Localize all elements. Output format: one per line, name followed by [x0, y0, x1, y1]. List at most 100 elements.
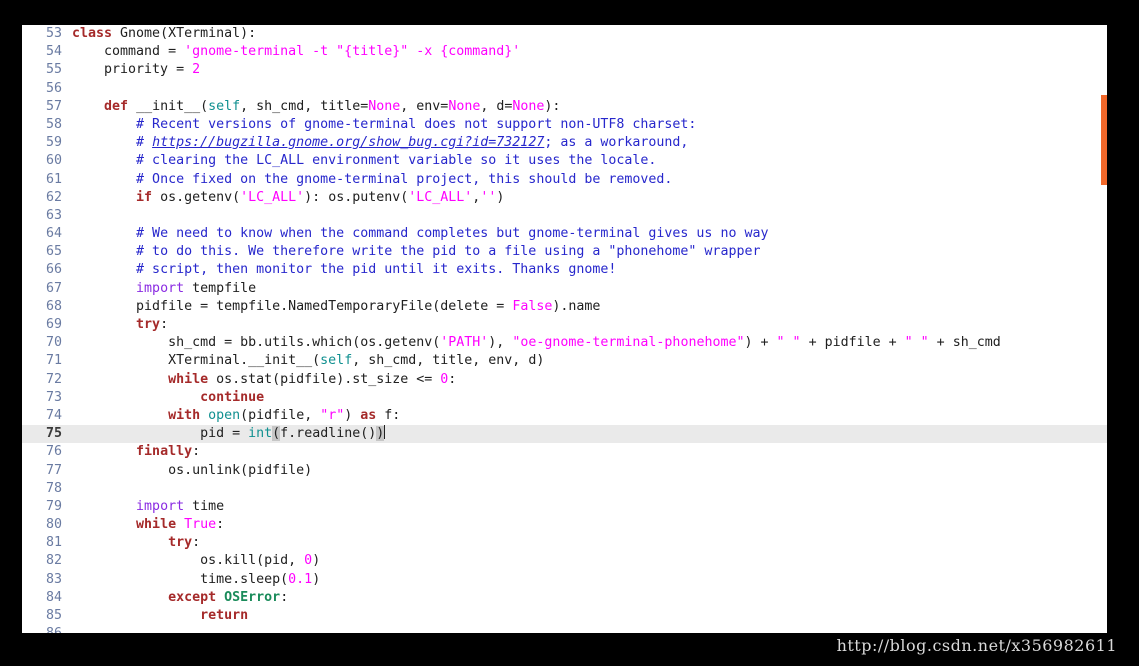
- line-number: 60: [45, 153, 62, 169]
- code-line-text: def __init__(self, sh_cmd, title=None, e…: [72, 98, 560, 116]
- code-token-pl: :: [448, 371, 457, 387]
- code-line[interactable]: 80 while True:: [22, 516, 1107, 534]
- screenshot-root: 53 class Gnome(XTerminal): 54 command = 'g…: [0, 0, 1139, 666]
- line-number: 75: [45, 426, 62, 442]
- code-token-kw: return: [200, 608, 249, 623]
- code-line[interactable]: 83 time.sleep(0.1): [22, 571, 1107, 589]
- code-token-pl: ): [312, 553, 321, 569]
- code-token-com: # Once fixed on the gnome-terminal proje…: [136, 171, 673, 187]
- code-line[interactable]: 55 priority = 2: [22, 61, 1107, 79]
- line-number: 76: [45, 444, 62, 460]
- code-token-pl: os.getenv(: [152, 189, 241, 205]
- code-line-text: pid = int(f.readline()): [72, 425, 386, 443]
- code-line[interactable]: 64 # We need to know when the command co…: [22, 225, 1107, 243]
- code-token-pl: , sh_cmd, title, env, d): [352, 353, 545, 369]
- line-number: 62: [45, 189, 62, 205]
- watermark-text: http://blog.csdn.net/x356982611: [836, 636, 1117, 655]
- line-number: 70: [45, 335, 62, 351]
- code-token-pl: ):: [544, 98, 561, 114]
- code-token-pl: ): [496, 189, 505, 205]
- code-line-text: while True:: [72, 516, 224, 534]
- code-token-pl: tempfile: [184, 280, 257, 296]
- code-line[interactable]: 84 except OSError:: [22, 589, 1107, 607]
- code-line-text: import tempfile: [72, 280, 256, 298]
- code-line[interactable]: 82 os.kill(pid, 0): [22, 552, 1107, 570]
- code-line-text: # Recent versions of gnome-terminal does…: [72, 116, 696, 134]
- code-token-bi: open: [208, 407, 241, 423]
- code-line[interactable]: 70 sh_cmd = bb.utils.which(os.getenv('PA…: [22, 334, 1107, 352]
- code-line[interactable]: 71 XTerminal.__init__(self, sh_cmd, titl…: [22, 352, 1107, 370]
- code-token-com: # Recent versions of gnome-terminal does…: [136, 116, 697, 132]
- code-token-com: # We need to know when the command compl…: [136, 226, 769, 242]
- code-line[interactable]: 77 os.unlink(pidfile): [22, 462, 1107, 480]
- code-token-cons: None: [512, 98, 545, 114]
- code-token-pl: sh_cmd = bb.utils.which(os.getenv(: [72, 335, 441, 351]
- code-line[interactable]: 60 # clearing the LC_ALL environment var…: [22, 152, 1107, 170]
- code-line-text: # Once fixed on the gnome-terminal proje…: [72, 171, 672, 189]
- line-number: 59: [45, 135, 62, 151]
- code-line[interactable]: 85 return: [22, 607, 1107, 625]
- code-editor-panel[interactable]: 53 class Gnome(XTerminal): 54 command = 'g…: [22, 25, 1107, 633]
- code-token-pl: :: [160, 317, 169, 332]
- code-token-pl: + pidfile +: [800, 335, 905, 351]
- code-token-str: " ": [776, 335, 801, 351]
- code-token-pl: ) +: [744, 335, 777, 351]
- code-token-com: # to do this. We therefore write the pid…: [136, 244, 761, 260]
- code-line[interactable]: 59 # https://bugzilla.gnome.org/show_bug…: [22, 134, 1107, 152]
- code-line[interactable]: 72 while os.stat(pidfile).st_size <= 0:: [22, 371, 1107, 389]
- code-token-pl: (pidfile,: [240, 407, 321, 423]
- code-token-link[interactable]: https://bugzilla.gnome.org/show_bug.cgi?…: [152, 135, 544, 150]
- code-line[interactable]: 76 finally:: [22, 443, 1107, 461]
- code-token-kw: def: [104, 98, 129, 114]
- code-line[interactable]: 75 pid = int(f.readline()): [22, 425, 1107, 444]
- code-line[interactable]: 62 if os.getenv('LC_ALL'): os.putenv('LC…: [22, 189, 1107, 207]
- line-number: 54: [45, 44, 62, 60]
- code-line[interactable]: 86: [22, 625, 1107, 633]
- code-line-text: # https://bugzilla.gnome.org/show_bug.cg…: [72, 134, 688, 152]
- code-line[interactable]: 66 # script, then monitor the pid until …: [22, 261, 1107, 279]
- code-line[interactable]: 63: [22, 207, 1107, 225]
- code-line[interactable]: 81 try:: [22, 534, 1107, 552]
- code-line[interactable]: 67 import tempfile: [22, 280, 1107, 298]
- line-number: 84: [45, 589, 62, 605]
- code-line[interactable]: 79 import time: [22, 498, 1107, 516]
- code-token-cons: True: [184, 517, 217, 533]
- code-line[interactable]: 61 # Once fixed on the gnome-terminal pr…: [22, 171, 1107, 189]
- code-line[interactable]: 53 class Gnome(XTerminal):: [22, 25, 1107, 43]
- code-line[interactable]: 78: [22, 480, 1107, 498]
- code-line-text: finally:: [72, 443, 200, 461]
- scrollbar-match-marker[interactable]: [1101, 95, 1107, 185]
- code-line[interactable]: 58 # Recent versions of gnome-terminal d…: [22, 116, 1107, 134]
- code-token-self: self: [320, 353, 353, 369]
- code-line[interactable]: 73 continue: [22, 389, 1107, 407]
- code-line[interactable]: 74 with open(pidfile, "r") as f:: [22, 407, 1107, 425]
- code-token-cons: None: [368, 98, 401, 114]
- code-line[interactable]: 56: [22, 80, 1107, 98]
- code-line[interactable]: 68 pidfile = tempfile.NamedTemporaryFile…: [22, 298, 1107, 316]
- code-line[interactable]: 65 # to do this. We therefore write the …: [22, 243, 1107, 261]
- code-token-pl: :: [192, 444, 201, 460]
- code-line[interactable]: 69 try:: [22, 316, 1107, 334]
- code-line-text: priority = 2: [72, 61, 200, 79]
- code-line[interactable]: 57 def __init__(self, sh_cmd, title=None…: [22, 98, 1107, 116]
- code-line[interactable]: 54 command = 'gnome-terminal -t "{title}…: [22, 43, 1107, 61]
- code-token-pl: + sh_cmd: [928, 335, 1001, 351]
- code-token-pl: time: [184, 498, 225, 514]
- line-number: 53: [45, 26, 62, 41]
- code-token-bi: int: [248, 426, 273, 442]
- code-line-text: try:: [72, 534, 200, 552]
- line-number: 65: [45, 244, 62, 260]
- code-token-cons: None: [448, 98, 481, 114]
- line-number: 80: [45, 517, 62, 533]
- code-token-exc: OSError: [224, 589, 281, 605]
